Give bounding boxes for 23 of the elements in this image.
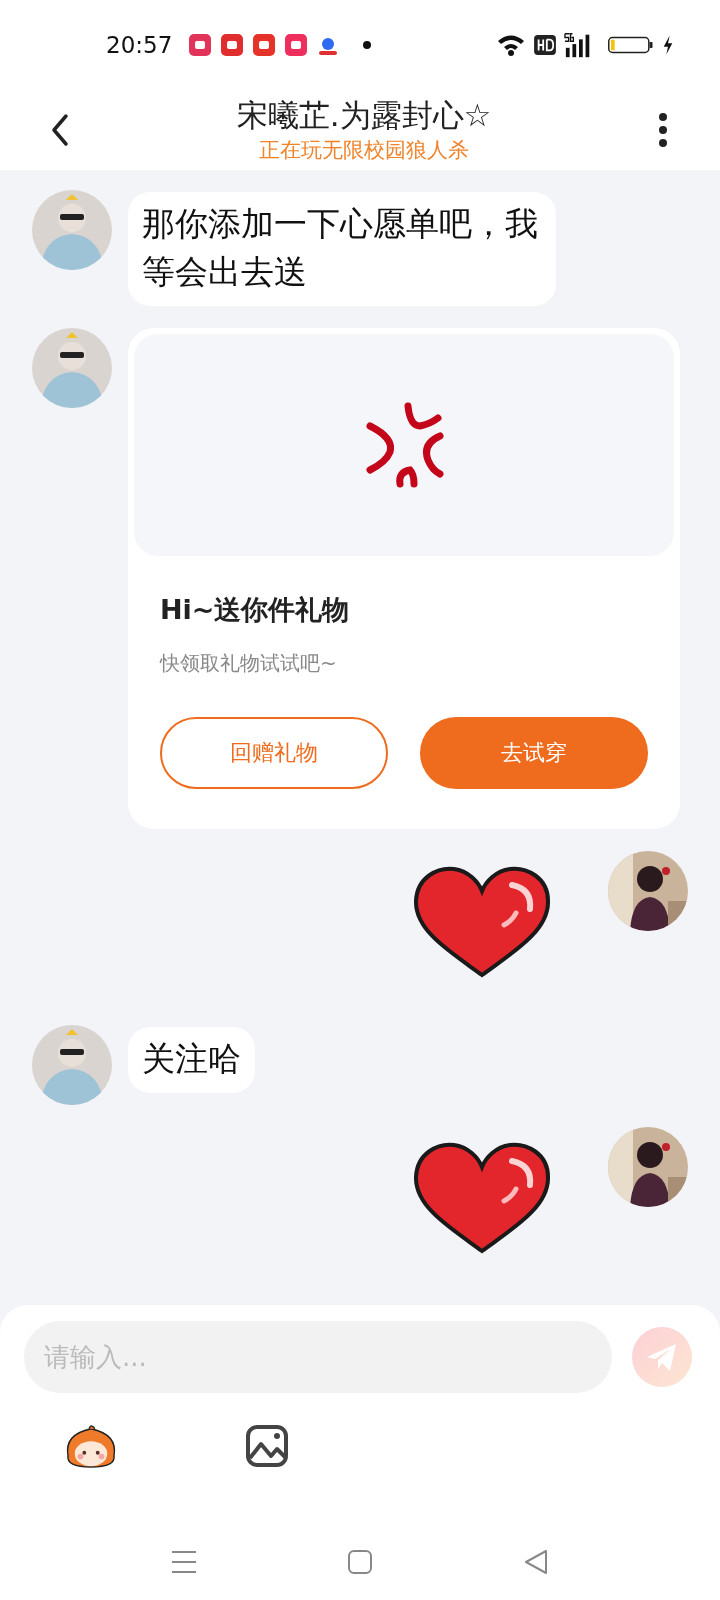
back-icon[interactable] [50, 113, 70, 147]
gift-card-description: 快领取礼物试试吧~ [160, 650, 338, 677]
home-icon[interactable] [347, 1549, 373, 1575]
app-notification-icon [284, 33, 309, 57]
chat-status: 正在玩无限校园狼人杀 [259, 137, 469, 164]
more-icon[interactable] [658, 112, 668, 148]
gift-card-title: Hi~送你件礼物 [160, 593, 351, 627]
return-gift-button[interactable]: 回赠礼物 [160, 717, 388, 789]
notification-dot-icon [362, 40, 373, 50]
app-notification-icon [252, 33, 277, 57]
anger-mark-icon [364, 400, 444, 490]
menu-icon[interactable] [171, 1549, 197, 1575]
clock-time: 20:57 [106, 32, 173, 58]
try-on-button[interactable]: 去试穿 [420, 717, 648, 789]
chat-title: 宋曦芷.为露封心☆ [236, 96, 492, 135]
app-notification-icon [188, 33, 213, 57]
message-bubble: 关注哈 [128, 1027, 255, 1093]
message-bubble: 那你添加一下心愿单吧，我等会出去送 [128, 192, 556, 306]
image-icon[interactable] [245, 1424, 289, 1468]
battery-icon [608, 35, 654, 55]
hd-icon [534, 35, 556, 55]
wifi-icon [496, 33, 526, 57]
app-notification-icon [220, 33, 245, 57]
